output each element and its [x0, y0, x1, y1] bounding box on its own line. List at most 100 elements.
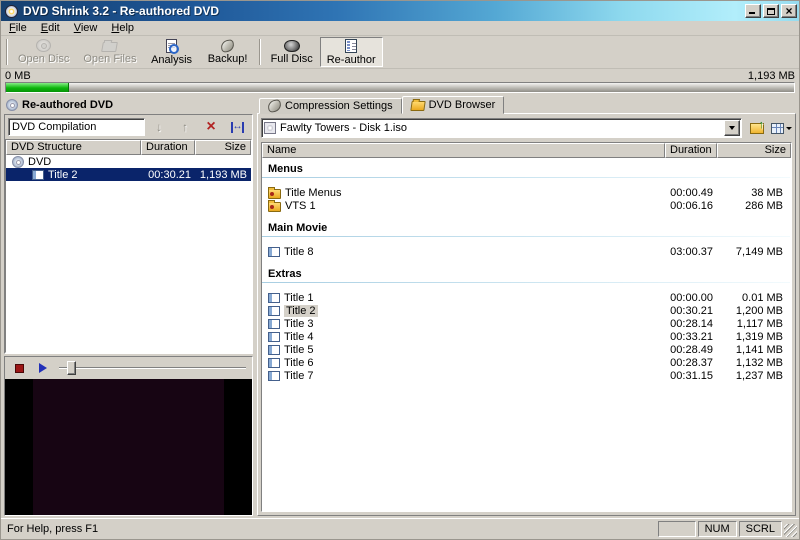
browser-row-size: 1,319 MB — [735, 330, 783, 343]
browser-row-size: 0.01 MB — [742, 291, 783, 304]
dvd-disc-icon — [6, 99, 18, 111]
menu-item-view[interactable]: View — [67, 21, 105, 35]
stop-icon — [14, 363, 24, 373]
status-bar: For Help, press F1 NUM SCRL — [1, 518, 799, 539]
combobox-dropdown-button[interactable] — [724, 120, 740, 136]
tree-row-dvd[interactable]: DVD — [6, 155, 251, 168]
tab-dvd-browser[interactable]: DVD Browser — [401, 96, 505, 114]
browser-row-title-8[interactable]: Title 8 03:00.37 7,149 MB — [262, 245, 791, 258]
column-header-dvd-structure[interactable]: DVD Structure — [6, 140, 141, 155]
re-author-icon — [345, 38, 358, 53]
set-start-end-frames-button[interactable] — [225, 118, 249, 136]
backup-button[interactable]: Backup! — [200, 37, 256, 67]
tree-row-duration: 00:30.21 — [148, 168, 191, 181]
tree-row-label: Title 2 — [48, 168, 78, 181]
maximize-button[interactable] — [763, 4, 779, 18]
browser-row-duration: 03:00.37 — [670, 245, 713, 258]
dvd-structure-columns: DVD Structure Duration Size — [6, 140, 251, 155]
toolbar-button-label: Open Files — [83, 53, 137, 65]
seek-slider-track — [59, 367, 246, 369]
minimize-button[interactable] — [745, 4, 761, 18]
browser-row-title-menus[interactable]: Title Menus 00:00.49 38 MB — [262, 186, 791, 199]
toolbar-separator — [258, 39, 261, 65]
compilation-name-input[interactable] — [8, 118, 145, 136]
menu-item-file[interactable]: File — [2, 21, 34, 35]
maximize-icon — [767, 8, 775, 15]
play-icon — [39, 363, 47, 373]
column-header-duration[interactable]: Duration — [141, 140, 195, 155]
shrink-icon — [267, 99, 282, 113]
analysis-button[interactable]: Analysis — [144, 37, 200, 67]
browser-row-duration: 00:28.14 — [670, 317, 713, 330]
arrow-up-icon — [182, 120, 188, 134]
browser-rows: Menus Title Menus 00:00.49 38 MB VTS 1 00:06.… — [262, 158, 791, 511]
browser-row-title-3[interactable]: Title 3 00:28.14 1,117 MB — [262, 317, 791, 330]
open-files-button: Open Files — [76, 37, 143, 67]
reauthored-dvd-panel: Re-authored DVD DVD StructureDurationSiz… — [4, 96, 253, 516]
status-message: For Help, press F1 — [7, 523, 99, 535]
resize-grip[interactable] — [784, 524, 797, 537]
column-header-size[interactable]: Size — [717, 143, 791, 158]
browser-panel: Compression Settings DVD Browser Fawlty T… — [257, 96, 796, 516]
browser-row-name-cell: Title Menus — [262, 186, 665, 199]
browser-row-label: Title 6 — [284, 356, 314, 369]
close-button[interactable]: × — [781, 4, 797, 18]
capacity-total-label: 1,193 MB — [747, 70, 795, 82]
full-disc-button[interactable]: Full Disc — [264, 37, 320, 67]
title-bar: DVD Shrink 3.2 - Re-authored DVD × — [1, 1, 799, 21]
browser-row-title-4[interactable]: Title 4 00:33.21 1,319 MB — [262, 330, 791, 343]
column-header-size[interactable]: Size — [195, 140, 251, 155]
browser-row-title-2[interactable]: Title 2 00:30.21 1,200 MB — [262, 304, 791, 317]
status-indicator-scrl: SCRL — [738, 521, 782, 537]
browser-row-title-6[interactable]: Title 6 00:28.37 1,132 MB — [262, 356, 791, 369]
browser-row-duration: 00:06.16 — [670, 199, 713, 212]
close-icon: × — [785, 4, 793, 18]
minimize-icon — [749, 12, 755, 14]
menu-item-edit[interactable]: Edit — [34, 21, 67, 35]
main-area: Re-authored DVD DVD StructureDurationSiz… — [1, 95, 799, 518]
browser-row-title-5[interactable]: Title 5 00:28.49 1,141 MB — [262, 343, 791, 356]
browser-row-size: 1,200 MB — [735, 304, 783, 317]
browser-row-duration: 00:30.21 — [670, 304, 713, 317]
dvd-browser-page: Fawlty Towers - Disk 1.iso NameDurationS… — [257, 113, 796, 516]
tab-compression-settings[interactable]: Compression Settings — [259, 98, 402, 114]
re-author-button[interactable]: Re-author — [319, 37, 383, 67]
menu-item-help[interactable]: Help — [104, 21, 141, 35]
stop-button[interactable] — [11, 360, 27, 376]
views-button[interactable] — [770, 118, 792, 138]
browser-row-label: Title 3 — [284, 317, 314, 330]
up-directory-button[interactable] — [746, 118, 768, 138]
status-indicator-num: NUM — [697, 521, 737, 537]
arrow-down-icon — [156, 120, 162, 134]
play-button[interactable] — [35, 360, 51, 376]
title-icon — [268, 344, 280, 355]
column-header-name[interactable]: Name — [262, 143, 665, 158]
remove-title-button[interactable] — [199, 118, 223, 136]
status-indicator-empty — [657, 521, 696, 537]
browser-row-title-1[interactable]: Title 1 00:00.00 0.01 MB — [262, 291, 791, 304]
browser-row-duration: 00:00.49 — [670, 186, 713, 199]
title-icon — [268, 318, 280, 329]
browser-row-label: Title 2 — [284, 304, 318, 317]
toolbar-separator — [6, 39, 8, 65]
seek-slider-handle[interactable] — [67, 361, 76, 375]
column-header-duration[interactable]: Duration — [665, 143, 717, 158]
browser-list: Name Duration Size Menus Title Menus 00:00.4… — [261, 142, 792, 512]
browser-row-label: Title 1 — [284, 291, 314, 304]
disc-path-combobox[interactable]: Fawlty Towers - Disk 1.iso — [261, 118, 742, 138]
seek-slider[interactable] — [59, 360, 246, 376]
browser-row-vts-1[interactable]: VTS 1 00:06.16 286 MB — [262, 199, 791, 212]
browser-row-label: Title Menus — [285, 186, 342, 199]
browser-row-title-7[interactable]: Title 7 00:31.15 1,237 MB — [262, 369, 791, 382]
browser-row-duration: 00:28.37 — [670, 356, 713, 369]
browser-row-size: 1,132 MB — [735, 356, 783, 369]
group-header-label: Main Movie — [268, 222, 328, 234]
open-disc-button: Open Disc — [11, 37, 76, 67]
toolbar-button-label: Re-author — [326, 53, 376, 66]
browser-toolbar: Fawlty Towers - Disk 1.iso — [261, 117, 792, 139]
tree-row-title-2[interactable]: Title 2 00:30.21 1,193 MB — [6, 168, 251, 181]
left-panel-title: Re-authored DVD — [22, 99, 114, 111]
menu-bar: File Edit View Help — [1, 21, 799, 36]
browser-row-size: 1,141 MB — [735, 343, 783, 356]
browser-row-size: 38 MB — [751, 186, 783, 199]
